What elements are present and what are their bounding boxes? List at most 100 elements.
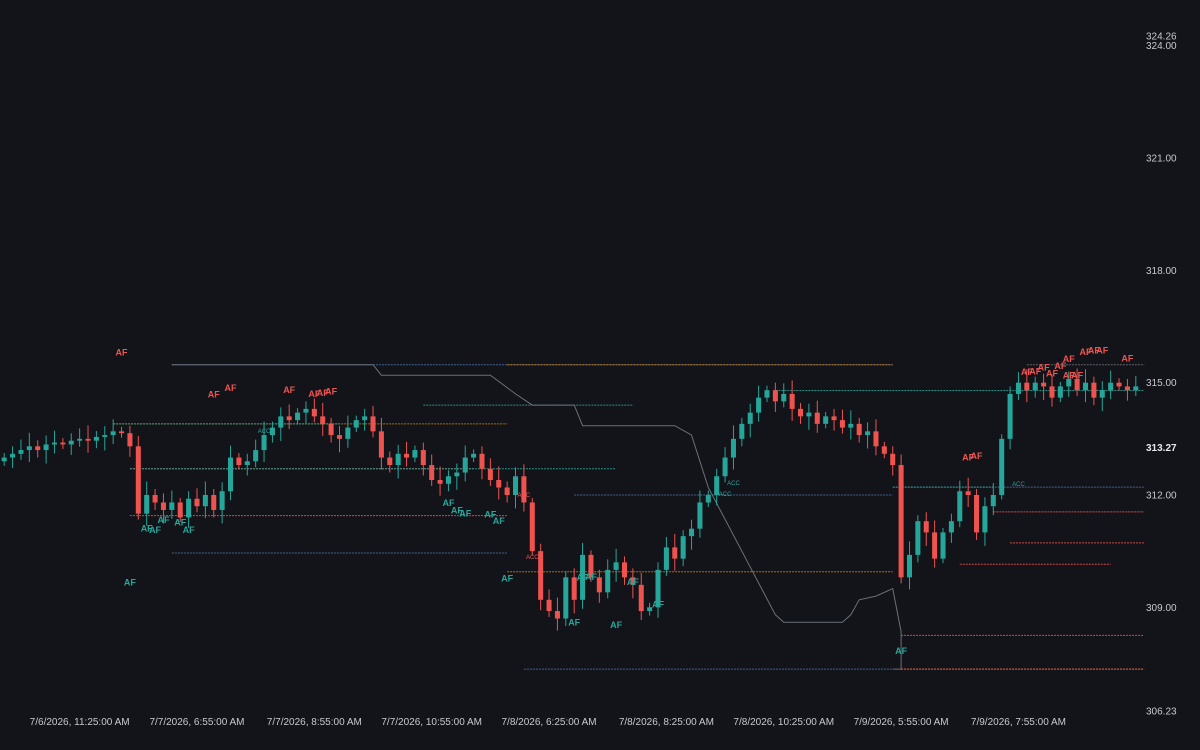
current-price-label: 313.27: [1146, 443, 1177, 454]
acc-annotation: ACC: [258, 429, 271, 435]
candle-body: [781, 393, 787, 402]
af-annotation: AF: [1063, 354, 1075, 364]
candle-body: [1083, 382, 1089, 391]
candle-body: [471, 453, 477, 458]
candle-body: [261, 435, 267, 451]
candle-body: [429, 465, 435, 481]
candle-body: [160, 502, 166, 510]
candle-body: [119, 431, 125, 434]
candle-body: [378, 431, 384, 458]
candle-body: [437, 480, 443, 484]
candle-body: [445, 476, 451, 484]
af-annotation: AF: [568, 617, 580, 627]
candle-body: [764, 390, 770, 398]
candle-body: [881, 446, 887, 454]
candle-body: [387, 457, 393, 466]
candle-body: [43, 444, 49, 451]
candle-body: [18, 450, 24, 454]
candle-body: [1099, 390, 1105, 398]
candle-body: [1007, 393, 1013, 439]
candle-body: [890, 453, 896, 466]
candle-body: [186, 498, 192, 518]
candle-body: [1133, 386, 1139, 391]
af-annotation: AF: [459, 509, 471, 519]
candle-body: [974, 494, 980, 533]
y-tick-label: 315.00: [1146, 378, 1177, 389]
candle-body: [135, 446, 141, 514]
candle-body: [1091, 382, 1097, 398]
af-annotation: AF: [325, 387, 337, 397]
candle-body: [513, 476, 519, 495]
acc-annotation: ACC: [1012, 482, 1025, 488]
candle-body: [362, 416, 368, 421]
candle-body: [906, 554, 912, 578]
candle-body: [638, 584, 644, 612]
acc-annotation: ACC: [518, 493, 531, 499]
candle-body: [1074, 378, 1080, 391]
candle-body: [26, 446, 32, 451]
candle-body: [219, 491, 225, 510]
candle-body: [328, 423, 334, 436]
candle-body: [311, 408, 317, 417]
candle-body: [999, 438, 1005, 495]
candle-body: [85, 438, 91, 441]
af-annotation: AF: [610, 620, 622, 630]
candle-body: [1108, 382, 1114, 391]
candle-body: [856, 423, 862, 436]
candle-body: [554, 611, 560, 619]
price-chart[interactable]: AF AF AF AF AF AF AF AF AF AF AF AF AF AF AF AF AF AF AF AF…: [0, 0, 1200, 750]
candle-body: [613, 562, 619, 570]
af-annotation: AF: [283, 385, 295, 395]
x-tick-label: 7/7/2026, 8:55:00 AM: [267, 717, 362, 728]
candle-body: [689, 528, 695, 537]
candle-body: [93, 436, 99, 441]
candle-body: [345, 427, 351, 439]
af-annotation: AF: [493, 516, 505, 526]
candle-body: [102, 435, 108, 437]
af-annotation: AF: [501, 573, 513, 583]
candle-body: [51, 442, 57, 445]
candle-body: [269, 427, 275, 436]
x-tick-label: 7/8/2026, 10:25:00 AM: [733, 717, 834, 728]
af-annotation: AF: [652, 599, 664, 609]
candle-body: [756, 397, 762, 413]
x-axis: 7/6/2026, 11:25:00 AM 7/7/2026, 6:55:00 A…: [30, 717, 1066, 728]
candle-body: [152, 494, 158, 503]
candle-body: [1057, 386, 1063, 398]
candle-body: [462, 457, 468, 473]
acc-annotation: ACC: [727, 481, 740, 487]
x-tick-label: 7/7/2026, 6:55:00 AM: [149, 717, 244, 728]
candle-body: [965, 491, 971, 495]
candle-body: [898, 465, 904, 578]
candle-body: [1015, 382, 1021, 394]
candle-body: [1049, 386, 1055, 398]
candle-body: [479, 453, 485, 469]
x-tick-label: 7/9/2026, 5:55:00 AM: [854, 717, 949, 728]
candle-body: [1124, 386, 1130, 391]
candle-body: [236, 457, 242, 466]
candle-body: [253, 450, 259, 462]
candle-body: [798, 408, 804, 417]
candle-body: [982, 506, 988, 533]
candle-body: [529, 502, 535, 552]
candle-body: [990, 494, 996, 507]
candles-layer: [1, 368, 1139, 631]
candle-body: [621, 562, 627, 578]
candle-body: [932, 532, 938, 559]
af-annotation: AF: [895, 646, 907, 656]
candle-body: [286, 416, 292, 421]
af-annotation: AF: [208, 390, 220, 400]
candle-body: [789, 393, 795, 409]
candle-body: [730, 438, 736, 458]
acc-annotation: ACC: [719, 492, 732, 498]
af-annotation: AF: [116, 348, 128, 358]
candle-body: [697, 502, 703, 529]
acc-annotation: ACC: [526, 555, 539, 561]
candle-body: [563, 577, 569, 619]
candle-body: [454, 472, 460, 477]
x-tick-label: 7/8/2026, 6:25:00 AM: [502, 717, 597, 728]
af-annotation: AF: [627, 577, 639, 587]
candle-body: [848, 423, 854, 428]
y-tick-label: 321.00: [1146, 154, 1177, 165]
candle-body: [596, 577, 602, 593]
